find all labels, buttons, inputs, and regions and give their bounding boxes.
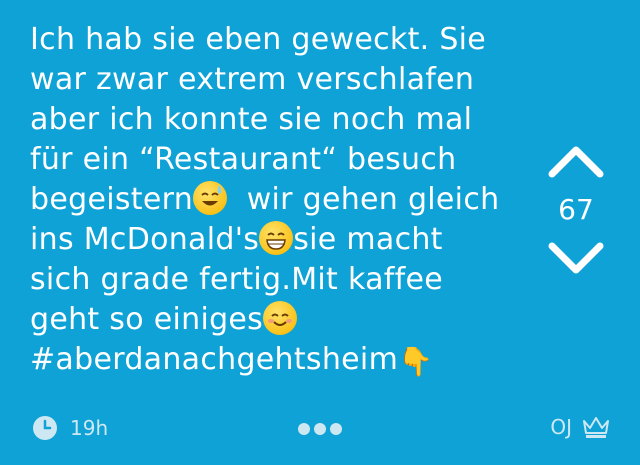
post-line: begeistern wir gehen gleich bbox=[30, 180, 530, 220]
post-line-segment: wir gehen gleich bbox=[227, 182, 500, 217]
upvote-chevron-icon[interactable] bbox=[546, 140, 606, 180]
post-footer: 19h OJ bbox=[0, 415, 640, 445]
blush-smile-emoji-icon bbox=[263, 301, 298, 335]
grin-emoji-icon bbox=[259, 221, 294, 255]
post-line: aber ich konnte sie noch mal bbox=[30, 102, 473, 137]
post-line: geht so einiges bbox=[30, 300, 530, 340]
post-line: #aberdanachgehtsheim👇 bbox=[30, 340, 530, 382]
sweat-smile-emoji-icon bbox=[193, 181, 228, 215]
post-line: Ich hab sie eben geweckt. Sie bbox=[30, 22, 487, 57]
post-line: war zwar extrem verschlafen bbox=[30, 62, 475, 97]
post-line-segment: begeistern bbox=[30, 182, 194, 217]
post-line: ins McDonald's sie macht bbox=[30, 220, 530, 260]
post-line-segment: sie macht bbox=[293, 222, 443, 257]
more-options-button[interactable] bbox=[298, 423, 342, 435]
vote-count: 67 bbox=[558, 193, 594, 226]
post-text: Ich hab sie eben geweckt. Sie war zwar e… bbox=[30, 20, 530, 382]
dot bbox=[314, 423, 326, 435]
crown-icon bbox=[583, 417, 609, 438]
dot bbox=[330, 423, 342, 435]
downvote-chevron-icon[interactable] bbox=[546, 240, 606, 280]
clock-icon bbox=[33, 416, 57, 440]
post-line-segment: geht so einiges bbox=[30, 302, 264, 337]
vote-panel: 67 bbox=[546, 140, 606, 280]
post-age: 19h bbox=[70, 416, 109, 440]
author-label: OJ bbox=[550, 415, 572, 439]
dot bbox=[298, 423, 310, 435]
post-line: für ein “Restaurant“ besuch bbox=[30, 142, 457, 177]
pointing-down-hand-emoji-icon: 👇 bbox=[398, 345, 434, 378]
post-author: OJ bbox=[550, 415, 610, 439]
post-time: 19h bbox=[32, 415, 108, 441]
post-line: sich grade fertig.Mit kaffee bbox=[30, 262, 444, 297]
post-line-segment: ins McDonald's bbox=[30, 222, 260, 257]
hashtag[interactable]: #aberdanachgehtsheim bbox=[30, 342, 398, 377]
